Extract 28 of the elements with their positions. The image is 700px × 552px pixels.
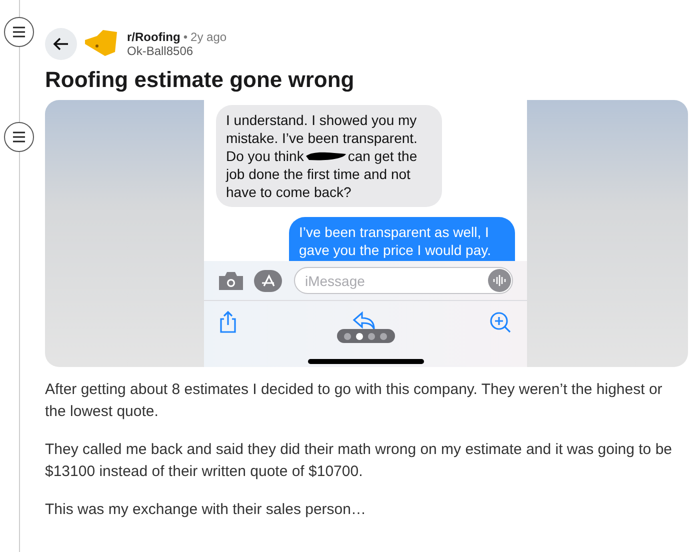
- app-store-icon[interactable]: [254, 270, 284, 292]
- back-arrow-icon: [53, 37, 69, 51]
- zoom-in-icon[interactable]: [489, 311, 513, 335]
- back-button[interactable]: [45, 28, 77, 60]
- message-input[interactable]: iMessage: [294, 267, 513, 294]
- body-paragraph: This was my exchange with their sales person…: [45, 500, 367, 520]
- message-text: job done the first time and not have to come back?: [226, 165, 412, 201]
- menu-button[interactable]: [4, 122, 34, 152]
- reply-icon[interactable]: [352, 311, 376, 331]
- subreddit-link[interactable]: r/Roofing: [127, 30, 180, 44]
- message-text: I understand. I showed you my mistake. I’ve been transparent.: [226, 111, 418, 147]
- body-paragraph: After getting about 8 estimates I decided to go with this company. They weren’t the highest or the lowest quote.: [45, 380, 664, 422]
- menu-icon: [12, 131, 26, 143]
- post-age: 2y ago: [190, 30, 227, 44]
- separator-dot: •: [183, 30, 188, 44]
- body-paragraph: They called me back and said they did their math wrong on my estimate and it was going to be $13100 instead of their written quote of $10700.: [45, 440, 674, 482]
- post-title: Roofing estimate gone wrong: [45, 66, 356, 94]
- camera-icon[interactable]: [218, 270, 244, 290]
- subreddit-icon: [83, 30, 119, 58]
- voice-icon[interactable]: [488, 269, 511, 292]
- redaction-scribble: [304, 150, 347, 162]
- message-text: can get the: [348, 147, 418, 165]
- menu-button[interactable]: [4, 17, 34, 47]
- author-link[interactable]: Ok-Ball8506: [127, 44, 227, 58]
- share-icon[interactable]: [218, 311, 238, 333]
- message-text: I’ve been transparent as well, I gave you the price I would pay.: [299, 224, 491, 258]
- message-text: Do you think: [226, 147, 304, 165]
- menu-icon: [12, 26, 26, 38]
